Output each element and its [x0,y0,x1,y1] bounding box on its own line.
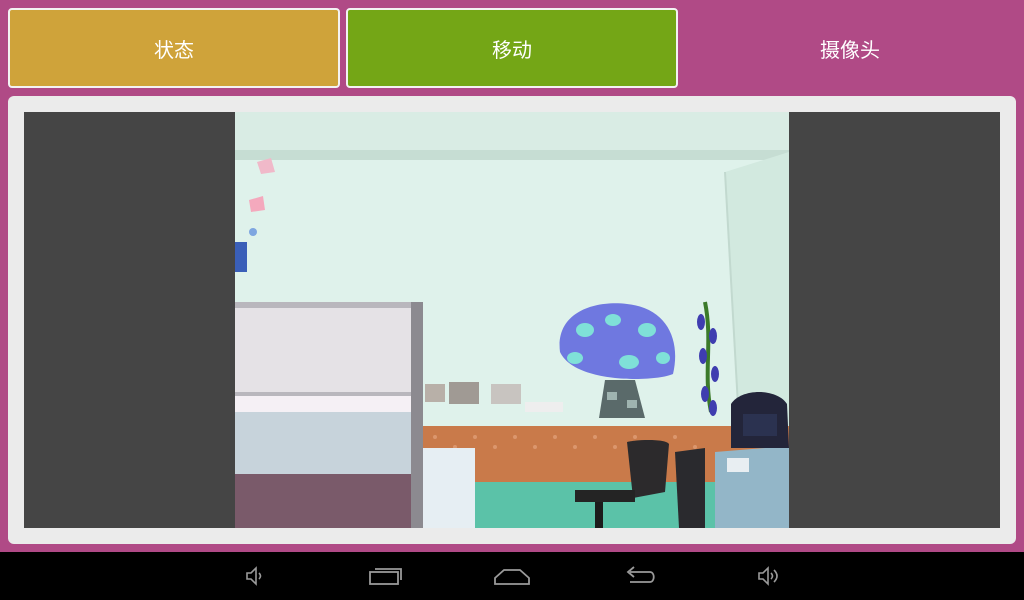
tab-move[interactable]: 移动 [346,8,678,88]
tab-status-label: 状态 [154,37,194,62]
home-icon [494,569,530,585]
camera-panel [8,96,1016,544]
volume-down-button[interactable] [225,558,285,594]
camera-feed-image [235,112,789,528]
back-icon [626,566,655,583]
home-button[interactable] [482,558,542,594]
system-nav-bar [0,552,1024,600]
tab-camera-label: 摄像头 [820,37,880,62]
tab-status[interactable]: 状态 [8,8,340,88]
recent-apps-icon [369,568,402,585]
tab-camera[interactable]: 摄像头 [684,8,1016,88]
volume-down-icon [246,566,262,586]
volume-up-icon [758,566,778,586]
recent-apps-button[interactable] [355,558,415,594]
tab-move-label: 移动 [492,37,532,62]
back-button[interactable] [610,558,670,594]
volume-up-button[interactable] [738,558,798,594]
tab-bar: 状态 移动 摄像头 [0,0,1024,96]
camera-viewer [24,112,1000,528]
